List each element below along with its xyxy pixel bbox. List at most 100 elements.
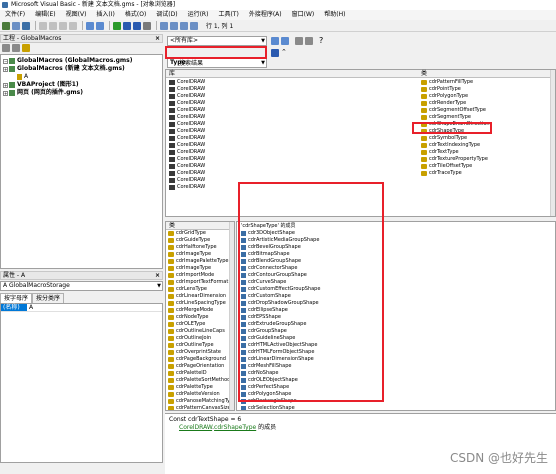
tree-item[interactable]: + 网页 (网页的插件.gms) bbox=[3, 89, 160, 97]
menu-file[interactable]: 文件(F) bbox=[0, 10, 30, 20]
library-select[interactable]: <所有库> ▼ bbox=[167, 36, 267, 46]
class-item[interactable]: cdrPaletteSortMethod bbox=[168, 377, 234, 384]
tab-alphabetic[interactable]: 按字母序 bbox=[0, 293, 33, 303]
expand-icon[interactable]: + bbox=[3, 66, 8, 72]
class-item[interactable]: cdrLensType bbox=[168, 286, 234, 293]
collapse-icon[interactable]: − bbox=[3, 58, 8, 64]
class-item[interactable]: cdrLineSpacingType bbox=[168, 300, 234, 307]
paste-icon[interactable] bbox=[59, 21, 67, 30]
close-icon[interactable]: × bbox=[153, 272, 162, 279]
class-item[interactable]: cdrOutlineLineCaps bbox=[168, 328, 234, 335]
tree-item[interactable]: + GlobalMacros (新建 文本文档.gms) bbox=[3, 65, 160, 73]
class-item[interactable]: cdrImageType bbox=[168, 265, 234, 272]
result-class[interactable]: cdrRenderType bbox=[421, 100, 551, 107]
tab-categorized[interactable]: 按分类序 bbox=[32, 293, 65, 303]
menu-addins[interactable]: 外接程序(A) bbox=[244, 10, 287, 20]
class-item[interactable]: cdrGridType bbox=[168, 230, 234, 237]
help-icon[interactable]: ? bbox=[319, 36, 323, 45]
result-class[interactable]: cdrTextType bbox=[421, 149, 551, 156]
tree-item[interactable]: − GlobalMacros (GlobalMacros.gms) bbox=[3, 57, 160, 65]
expand-icon[interactable]: + bbox=[3, 90, 8, 96]
copy-to-clipboard-icon[interactable] bbox=[295, 37, 303, 45]
class-item[interactable]: cdrMergeMode bbox=[168, 307, 234, 314]
menu-debug[interactable]: 调试(D) bbox=[151, 10, 182, 20]
result-library[interactable]: CorelDRAW bbox=[169, 149, 409, 156]
detail-class-link[interactable]: cdrShapeType bbox=[214, 424, 256, 431]
break-icon[interactable] bbox=[123, 21, 131, 30]
tree-item[interactable]: A bbox=[3, 73, 160, 81]
result-library[interactable]: CorelDRAW bbox=[169, 135, 409, 142]
result-class[interactable]: cdrTileOffsetType bbox=[421, 163, 551, 170]
result-class[interactable]: cdrTexturePropertyType bbox=[421, 156, 551, 163]
class-item[interactable]: cdrOLEType bbox=[168, 321, 234, 328]
properties-window-icon[interactable] bbox=[170, 21, 178, 30]
project-explorer-icon[interactable] bbox=[160, 21, 168, 30]
result-library[interactable]: CorelDRAW bbox=[169, 107, 409, 114]
class-item[interactable]: cdrOverprintState bbox=[168, 349, 234, 356]
tree-item[interactable]: + VBAProject (图形1) bbox=[3, 81, 160, 89]
redo-icon[interactable] bbox=[96, 21, 104, 30]
class-item[interactable]: cdrPageOrientation bbox=[168, 363, 234, 370]
result-library[interactable]: CorelDRAW bbox=[169, 100, 409, 107]
menu-window[interactable]: 窗口(W) bbox=[287, 10, 320, 20]
result-class[interactable]: cdrSegmentType bbox=[421, 114, 551, 121]
undo-icon[interactable] bbox=[86, 21, 94, 30]
class-item[interactable]: cdrPaletteVersion bbox=[168, 391, 234, 398]
expand-icon[interactable]: + bbox=[3, 82, 8, 88]
class-item[interactable]: cdrImagePaletteType bbox=[168, 258, 234, 265]
menu-edit[interactable]: 编辑(E) bbox=[30, 10, 60, 20]
result-class[interactable]: cdrPolygonType bbox=[421, 93, 551, 100]
class-item[interactable]: cdrGuideType bbox=[168, 237, 234, 244]
class-item[interactable]: cdrPanoseMatchingType bbox=[168, 398, 234, 405]
result-library[interactable]: CorelDRAW bbox=[169, 156, 409, 163]
class-item[interactable]: cdrHalftoneType bbox=[168, 244, 234, 251]
result-class[interactable]: cdrTraceType bbox=[421, 170, 551, 177]
class-item[interactable]: cdrPatternCanvasSize bbox=[168, 405, 234, 410]
find-icon[interactable] bbox=[69, 21, 77, 30]
result-library[interactable]: CorelDRAW bbox=[169, 86, 409, 93]
result-library[interactable]: CorelDRAW bbox=[169, 93, 409, 100]
menu-run[interactable]: 运行(R) bbox=[183, 10, 214, 20]
design-mode-icon[interactable] bbox=[143, 21, 151, 30]
forward-icon[interactable] bbox=[281, 37, 289, 45]
cut-icon[interactable] bbox=[39, 21, 47, 30]
result-library[interactable]: CorelDRAW bbox=[169, 79, 409, 86]
result-class[interactable]: cdrSegmentOffsetType bbox=[421, 107, 551, 114]
view-host-icon[interactable] bbox=[2, 21, 10, 30]
menu-format[interactable]: 格式(O) bbox=[120, 10, 151, 20]
run-icon[interactable] bbox=[113, 21, 121, 30]
menu-help[interactable]: 帮助(H) bbox=[319, 10, 350, 20]
toggle-results-icon[interactable]: ⌃ bbox=[281, 48, 287, 56]
result-library[interactable]: CorelDRAW bbox=[169, 170, 409, 177]
class-item[interactable]: cdrPaletteID bbox=[168, 370, 234, 377]
view-definition-icon[interactable] bbox=[305, 37, 313, 45]
result-library[interactable]: CorelDRAW bbox=[169, 114, 409, 121]
class-item[interactable]: cdrImageType bbox=[168, 251, 234, 258]
view-object-icon[interactable] bbox=[12, 44, 20, 52]
class-item[interactable]: cdrOutlineType bbox=[168, 342, 234, 349]
insert-module-icon[interactable] bbox=[12, 21, 20, 30]
object-browser-icon[interactable] bbox=[180, 21, 188, 30]
toggle-folders-icon[interactable] bbox=[22, 44, 30, 52]
result-class[interactable]: cdrPointType bbox=[421, 86, 551, 93]
result-library[interactable]: CorelDRAW bbox=[169, 142, 409, 149]
menu-insert[interactable]: 插入(I) bbox=[91, 10, 119, 20]
view-code-icon[interactable] bbox=[2, 44, 10, 52]
toolbox-icon[interactable] bbox=[190, 21, 198, 30]
result-library[interactable]: CorelDRAW bbox=[169, 163, 409, 170]
class-item[interactable]: cdrLinearDimension bbox=[168, 293, 234, 300]
close-icon[interactable]: × bbox=[153, 35, 162, 42]
scrollbar[interactable] bbox=[550, 70, 555, 216]
result-class[interactable]: cdrPatternFillType bbox=[421, 79, 551, 86]
save-icon[interactable] bbox=[22, 21, 30, 30]
reset-icon[interactable] bbox=[133, 21, 141, 30]
class-item[interactable]: cdrPaletteType bbox=[168, 384, 234, 391]
property-value[interactable]: A bbox=[27, 304, 33, 311]
class-item[interactable]: cdrImportTextFormat bbox=[168, 279, 234, 286]
result-class[interactable]: cdrTextIndexingType bbox=[421, 142, 551, 149]
class-item[interactable]: cdrNodeType bbox=[168, 314, 234, 321]
class-item[interactable]: cdrPageBackground bbox=[168, 356, 234, 363]
result-library[interactable]: CorelDRAW bbox=[169, 121, 409, 128]
member-item[interactable]: cdrSelectionShape bbox=[241, 405, 555, 410]
scrollbar[interactable] bbox=[229, 222, 234, 410]
